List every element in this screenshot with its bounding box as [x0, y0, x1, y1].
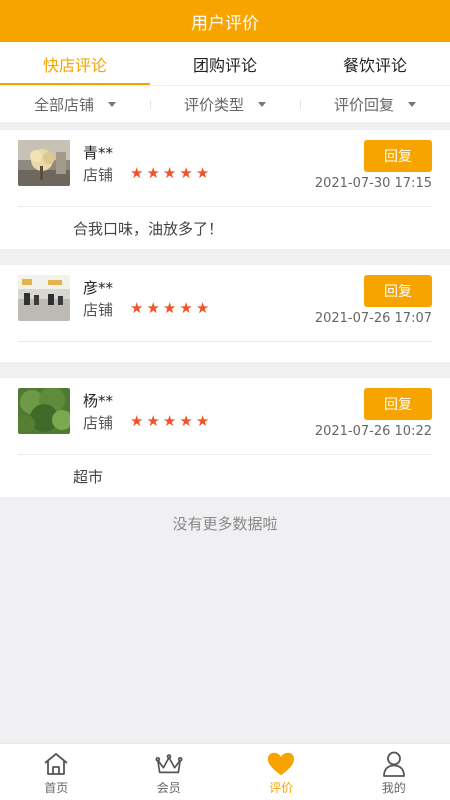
- review-comment: [0, 342, 450, 362]
- reply-button[interactable]: 回复: [364, 275, 432, 307]
- filter-label: 全部店铺: [33, 95, 94, 114]
- review-tabs: 快店评论 团购评论 餐饮评论: [0, 42, 450, 86]
- star-icon: ★: [146, 164, 160, 182]
- review-card: 彦** 店铺 ★ ★ ★ ★ ★ 回复 2021-07-26 17:07: [0, 265, 450, 362]
- reply-button[interactable]: 回复: [364, 140, 432, 172]
- app-header: 用户评价: [0, 0, 450, 42]
- star-icon: ★: [162, 412, 177, 430]
- review-comment: 合我口味，油放多了！: [73, 219, 224, 238]
- user-icon: [380, 751, 408, 777]
- nav-label: 首页: [44, 781, 69, 795]
- star-rating: ★ ★ ★ ★ ★: [130, 412, 209, 430]
- reviewer-name: 彦**: [83, 279, 114, 297]
- review-time: 2021-07-26 17:07: [314, 311, 432, 326]
- caret-down-icon: [258, 101, 266, 107]
- review-source: 店铺: [83, 166, 114, 184]
- star-icon: ★: [146, 299, 160, 317]
- nav-label: 评价: [269, 781, 294, 795]
- star-rating: ★ ★ ★ ★ ★: [130, 164, 209, 182]
- review-comment: 超市: [73, 467, 104, 486]
- star-icon: ★: [130, 299, 144, 317]
- star-icon: ★: [195, 412, 210, 430]
- star-icon: ★: [179, 164, 193, 182]
- star-icon: ★: [195, 299, 210, 317]
- star-icon: ★: [179, 299, 193, 317]
- reviewer-name: 青**: [83, 144, 114, 162]
- review-card: 青** 店铺 ★ ★ ★ ★ ★ 回复 2021-07-30 17:15 合我口…: [0, 130, 450, 249]
- star-icon: ★: [179, 412, 193, 430]
- home-icon: [42, 751, 70, 777]
- caret-down-icon: [108, 101, 116, 107]
- filter-all-stores[interactable]: 全部店铺: [0, 94, 150, 115]
- review-source: 店铺: [83, 414, 114, 432]
- store-thumbnail: [18, 388, 70, 434]
- no-more-data-text: 没有更多数据啦: [172, 515, 278, 533]
- store-thumbnail: [18, 140, 70, 186]
- heart-icon: [267, 751, 295, 777]
- tab-store-reviews[interactable]: 快店评论: [0, 42, 150, 85]
- review-source: 店铺: [83, 301, 114, 319]
- star-rating: ★ ★ ★ ★ ★: [130, 299, 209, 317]
- star-icon: ★: [195, 164, 210, 182]
- nav-item-member[interactable]: 会员: [113, 744, 226, 800]
- caret-down-icon: [408, 101, 416, 107]
- filter-review-type[interactable]: 评价类型: [150, 94, 300, 115]
- tab-groupbuy-reviews[interactable]: 团购评论: [150, 42, 300, 85]
- review-time: 2021-07-30 17:15: [314, 176, 432, 191]
- star-icon: ★: [162, 164, 177, 182]
- review-card: 杨** 店铺 ★ ★ ★ ★ ★ 回复 2021-07-26 10:22 超市: [0, 378, 450, 497]
- filter-review-reply[interactable]: 评价回复: [300, 94, 450, 115]
- filter-label: 评价类型: [183, 95, 244, 114]
- star-icon: ★: [146, 412, 160, 430]
- crown-icon: [155, 751, 183, 777]
- page-title: 用户评价: [191, 13, 259, 34]
- filter-label: 评价回复: [333, 95, 394, 114]
- review-time: 2021-07-26 10:22: [314, 424, 432, 439]
- nav-item-reviews[interactable]: 评价: [225, 744, 338, 800]
- star-icon: ★: [130, 412, 144, 430]
- nav-item-home[interactable]: 首页: [0, 744, 113, 800]
- reply-button[interactable]: 回复: [364, 388, 432, 420]
- store-thumbnail: [18, 275, 70, 321]
- nav-item-mine[interactable]: 我的: [338, 744, 450, 800]
- review-list: 青** 店铺 ★ ★ ★ ★ ★ 回复 2021-07-30 17:15 合我口…: [0, 122, 450, 534]
- star-icon: ★: [162, 299, 177, 317]
- nav-label: 我的: [381, 781, 406, 795]
- star-icon: ★: [130, 164, 144, 182]
- nav-label: 会员: [156, 781, 181, 795]
- tab-dining-reviews[interactable]: 餐饮评论: [300, 42, 450, 85]
- filter-bar: 全部店铺 评价类型 评价回复: [0, 86, 450, 122]
- bottom-nav: 首页 会员 评价 我的: [0, 743, 450, 800]
- reviewer-name: 杨**: [83, 392, 114, 410]
